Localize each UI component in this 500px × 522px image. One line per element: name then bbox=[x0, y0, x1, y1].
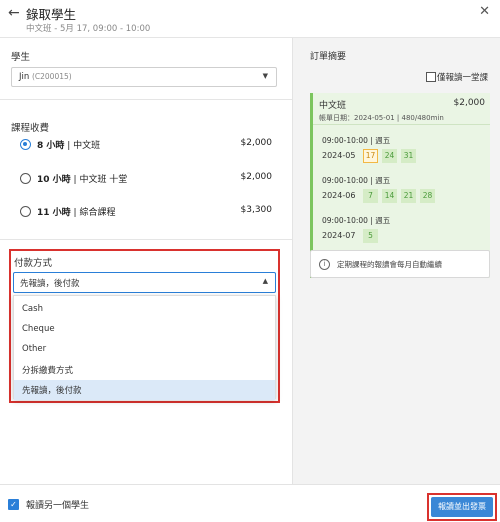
chevron-down-icon: ▼ bbox=[262, 72, 268, 80]
lesson-day[interactable]: 21 bbox=[401, 189, 416, 203]
lesson-day[interactable]: 14 bbox=[382, 189, 397, 203]
fee-price: $3,300 bbox=[240, 205, 273, 215]
fee-name: | 中文班 十堂 bbox=[73, 175, 128, 185]
page-title: 錄取學生 bbox=[26, 7, 77, 22]
close-icon[interactable]: ✕ bbox=[479, 4, 490, 19]
fee-hours: 10 小時 bbox=[37, 175, 71, 185]
student-code: (C200015) bbox=[31, 72, 72, 81]
payment-option-cheque[interactable]: Cheque bbox=[14, 320, 275, 340]
billing-info: 帳單日期：2024-05-01 | 480/480min bbox=[319, 114, 444, 122]
fees-label: 課程收費 bbox=[11, 123, 50, 134]
chevron-up-icon: ▲ bbox=[262, 277, 268, 285]
month: 2024-05 bbox=[322, 151, 356, 160]
fee-option-11h[interactable]: 11 小時 | 綜合課程 $3,300 bbox=[20, 204, 272, 222]
fee-hours: 11 小時 bbox=[37, 208, 71, 218]
fee-price: $2,000 bbox=[240, 172, 273, 182]
enroll-invoice-button[interactable]: 報讀並出發票 bbox=[431, 497, 493, 517]
radio-icon[interactable] bbox=[20, 173, 31, 184]
submit-highlight: 報讀並出發票 bbox=[427, 493, 497, 521]
student-name: Jin bbox=[19, 72, 30, 82]
fee-name: | 中文班 bbox=[67, 141, 101, 151]
fee-name: | 綜合課程 bbox=[73, 208, 116, 218]
lesson-day[interactable]: 7 bbox=[363, 189, 378, 203]
order-summary-panel: 訂單摘要 僅報讀一堂課 中文班 $2,000 帳單日期：2024-05-01 |… bbox=[292, 38, 500, 484]
payment-dropdown: Cash Cheque Other 分拆繳費方式 先報讀，後付款 bbox=[13, 295, 276, 400]
lesson-day[interactable]: 5 bbox=[363, 229, 378, 243]
only-one-label: 僅報讀一堂課 bbox=[436, 73, 488, 83]
notice-text: 定期課程的報讀會每月自動繼續 bbox=[337, 260, 442, 269]
fee-hours: 8 小時 bbox=[37, 141, 65, 151]
schedule: 09:00-10:00 | 週五 bbox=[322, 216, 391, 225]
fee-option-10h[interactable]: 10 小時 | 中文班 十堂 $2,000 bbox=[20, 171, 272, 189]
month: 2024-06 bbox=[322, 191, 356, 200]
lesson-day[interactable]: 31 bbox=[401, 149, 416, 163]
payment-option-split[interactable]: 分拆繳費方式 bbox=[14, 360, 275, 380]
course-name: 中文班 bbox=[319, 101, 347, 111]
divider bbox=[0, 99, 292, 100]
payment-select[interactable]: 先報讀，後付款 ▲ bbox=[13, 272, 276, 293]
header: ← 錄取學生 中文班 - 5月 17, 09:00 - 10:00 ✕ bbox=[0, 0, 500, 38]
info-icon: i bbox=[319, 259, 330, 270]
payment-method-section: 付款方式 先報讀，後付款 ▲ Cash Cheque Other 分拆繳費方式 … bbox=[9, 249, 280, 403]
fee-price: $2,000 bbox=[240, 138, 273, 148]
payment-selected-value: 先報讀，後付款 bbox=[20, 279, 80, 289]
page-subtitle: 中文班 - 5月 17, 09:00 - 10:00 bbox=[26, 24, 151, 34]
payment-label: 付款方式 bbox=[14, 258, 53, 269]
back-arrow-icon[interactable]: ← bbox=[8, 5, 20, 21]
divider bbox=[0, 239, 292, 240]
course-price: $2,000 bbox=[453, 98, 486, 108]
summary-title: 訂單摘要 bbox=[310, 52, 347, 62]
lesson-day[interactable]: 24 bbox=[382, 149, 397, 163]
footer: ✓ 報讀另一個學生 報讀並出發票 bbox=[0, 484, 500, 522]
student-label: 學生 bbox=[11, 52, 31, 63]
lesson-day[interactable]: 28 bbox=[420, 189, 435, 203]
enroll-another-checkbox[interactable]: ✓ bbox=[8, 499, 19, 510]
month: 2024-07 bbox=[322, 231, 356, 240]
divider bbox=[313, 124, 490, 125]
schedule: 09:00-10:00 | 週五 bbox=[322, 136, 391, 145]
payment-option-cash[interactable]: Cash bbox=[14, 300, 275, 320]
radio-icon[interactable] bbox=[20, 206, 31, 217]
only-one-checkbox[interactable] bbox=[426, 72, 436, 82]
payment-option-pay-later[interactable]: 先報讀，後付款 bbox=[14, 380, 275, 400]
lesson-day[interactable]: 17 bbox=[363, 149, 378, 163]
payment-option-other[interactable]: Other bbox=[14, 340, 275, 360]
schedule: 09:00-10:00 | 週五 bbox=[322, 176, 391, 185]
fee-option-8h[interactable]: 8 小時 | 中文班 $2,000 bbox=[20, 137, 272, 155]
enroll-another-label: 報讀另一個學生 bbox=[26, 501, 90, 511]
auto-continue-notice: i 定期課程的報讀會每月自動繼續 bbox=[310, 250, 490, 278]
student-select[interactable]: Jin (C200015) ▼ bbox=[11, 67, 277, 87]
radio-selected-icon[interactable] bbox=[20, 139, 31, 150]
